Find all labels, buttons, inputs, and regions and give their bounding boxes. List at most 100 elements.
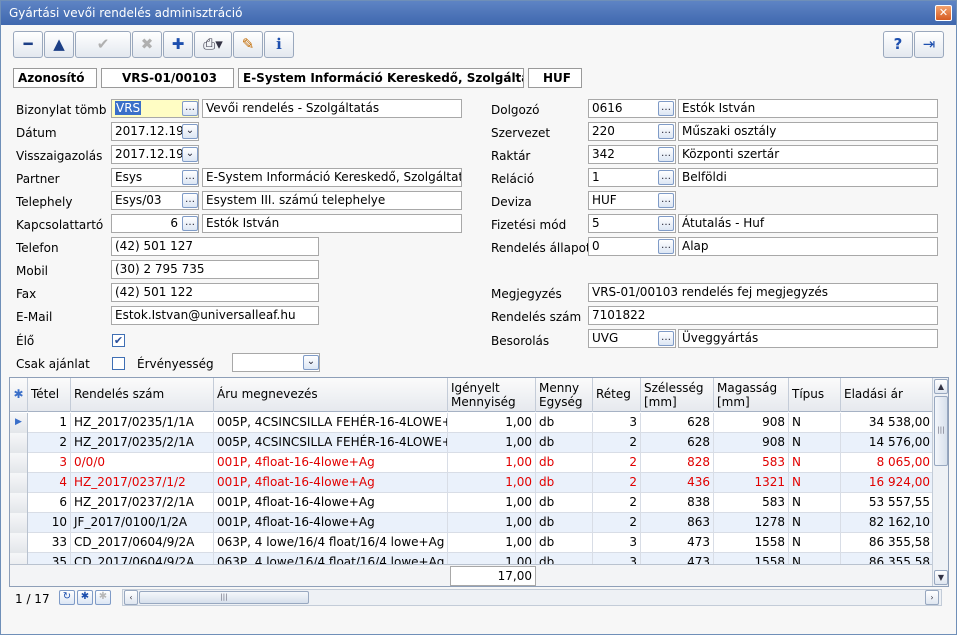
cell-egyseg[interactable]: db [536,433,593,453]
vertical-scroll-thumb[interactable]: ||| [934,396,948,466]
cell-szel[interactable]: 863 [641,513,714,533]
table-row[interactable]: 33 CD_2017/0604/9/2A 063P, 4 lowe/16/4 flo… [10,533,934,553]
cell-menny[interactable]: 1,00 [448,513,536,533]
cell-ar[interactable]: 34 538,00 [841,413,934,433]
cell-egyseg[interactable]: db [536,473,593,493]
cell-egyseg[interactable]: db [536,533,593,553]
cell-tetel[interactable]: 3 [28,453,71,473]
scroll-left-button[interactable]: ‹ [124,590,138,605]
edit-button[interactable]: ✎ [233,31,263,58]
cell-menny[interactable]: 1,00 [448,453,536,473]
confirm-button[interactable]: ✔ [75,31,131,58]
cell-ar[interactable]: 16 924,00 [841,473,934,493]
cell-tipus[interactable]: N [789,413,841,433]
col-header-szelesseg[interactable]: Szélesség [mm] [641,378,714,412]
cell-szel[interactable]: 628 [641,433,714,453]
cell-aru[interactable]: 001P, 4float-16-4lowe+Ag [214,493,448,513]
exit-button[interactable]: ⇥ [914,31,944,58]
col-header-egyseg[interactable]: Menny Egység [536,378,593,412]
cell-menny[interactable]: 1,00 [448,413,536,433]
help-button[interactable]: ? [883,31,913,58]
partner-lookup-button[interactable]: … [182,170,198,185]
szervezet-lookup-button[interactable]: … [658,124,674,139]
row-indicator[interactable] [10,533,28,553]
cell-tipus[interactable]: N [789,493,841,513]
cell-tipus[interactable]: N [789,513,841,533]
cell-egyseg[interactable]: db [536,493,593,513]
fizetesi-mod-lookup-button[interactable]: … [658,216,674,231]
email-field[interactable]: Estok.Istvan@universalleaf.hu [111,306,319,325]
scroll-down-button[interactable]: ▼ [934,570,948,585]
raktar-lookup-button[interactable]: … [658,147,674,162]
new-record-icon[interactable]: ✱ [77,590,93,605]
cell-reteg[interactable]: 2 [593,473,641,493]
cell-szam[interactable]: HZ_2017/0235/1/1A [71,413,214,433]
row-indicator[interactable] [10,433,28,453]
fax-field[interactable]: (42) 501 122 [111,283,319,302]
cell-ar[interactable]: 53 557,55 [841,493,934,513]
kapcsolattarto-lookup-button[interactable]: … [182,216,198,231]
cell-mag[interactable]: 583 [714,453,789,473]
cell-aru[interactable]: 005P, 4CSINCSILLA FEHÉR-16-4LOWE+AG [214,433,448,453]
table-row[interactable]: ▶ 1 HZ_2017/0235/1/1A 005P, 4CSINCSILLA FEH… [10,413,934,433]
up-button[interactable]: ▲ [44,31,74,58]
cell-mag[interactable]: 908 [714,413,789,433]
cell-mag[interactable]: 908 [714,433,789,453]
rendeles-szam-field[interactable]: 7101822 [588,306,938,325]
telephely-lookup-button[interactable]: … [182,193,198,208]
cell-tetel[interactable]: 4 [28,473,71,493]
col-header-aru[interactable]: Áru megnevezés [214,378,448,412]
grid-corner-icon[interactable]: ✱ [10,378,28,412]
ervenyesseg-dropdown-icon[interactable]: ⌄ [303,355,319,370]
cell-szel[interactable]: 473 [641,533,714,553]
cell-szam[interactable]: HZ_2017/0235/2/1A [71,433,214,453]
col-header-tipus[interactable]: Típus [789,378,841,412]
cell-szam[interactable]: 0/0/0 [71,453,214,473]
visszaigazolas-dropdown-icon[interactable]: ⌄ [182,147,198,162]
cell-egyseg[interactable]: db [536,513,593,533]
refresh-icon[interactable]: ↻ [59,590,75,605]
col-header-rendeles-szam[interactable]: Rendelés szám [71,378,214,412]
cell-aru[interactable]: 005P, 4CSINCSILLA FEHÉR-16-4LOWE+AG [214,413,448,433]
mobil-field[interactable]: (30) 2 795 735 [111,260,319,279]
cell-mag[interactable]: 583 [714,493,789,513]
megjegyzes-field[interactable]: VRS-01/00103 rendelés fej megjegyzés [588,283,938,302]
rendeles-allapot-lookup-button[interactable]: … [658,239,674,254]
cell-ar[interactable]: 82 162,10 [841,513,934,533]
cell-tipus[interactable]: N [789,533,841,553]
close-window-button[interactable]: ✕ [935,5,952,21]
cell-reteg[interactable]: 2 [593,433,641,453]
cell-ar[interactable]: 14 576,00 [841,433,934,453]
cell-tetel[interactable]: 1 [28,413,71,433]
row-indicator[interactable] [10,473,28,493]
col-header-eladasi-ar[interactable]: Eladási ár [841,378,934,412]
current-row-indicator[interactable]: ▶ [10,413,28,433]
add-button[interactable]: ✚ [163,31,193,58]
cell-mag[interactable]: 1558 [714,533,789,553]
cell-tipus[interactable]: N [789,453,841,473]
cell-menny[interactable]: 1,00 [448,473,536,493]
cell-aru[interactable]: 001P, 4float-16-4lowe+Ag [214,453,448,473]
cell-menny[interactable]: 1,00 [448,533,536,553]
cell-szel[interactable]: 838 [641,493,714,513]
cell-reteg[interactable]: 2 [593,453,641,473]
cell-tetel[interactable]: 2 [28,433,71,453]
row-indicator[interactable] [10,453,28,473]
cell-egyseg[interactable]: db [536,413,593,433]
table-row[interactable]: 10 JF_2017/0100/1/2A 001P, 4float-16-4lowe… [10,513,934,533]
delete-record-icon[interactable]: ✱ [95,590,111,605]
bizonylat-tomb-lookup-button[interactable]: … [182,101,198,116]
cell-mag[interactable]: 1321 [714,473,789,493]
cell-szel[interactable]: 436 [641,473,714,493]
elo-checkbox[interactable]: ✔ [112,334,125,347]
col-header-reteg[interactable]: Réteg [593,378,641,412]
table-row[interactable]: 3 0/0/0 001P, 4float-16-4lowe+Ag 1,00 db 2 828… [10,453,934,473]
grid-vertical-scrollbar[interactable]: ▲ ||| ▼ [932,378,948,586]
scroll-right-button[interactable]: › [925,590,939,605]
cell-aru[interactable]: 063P, 4 lowe/16/4 float/16/4 lowe+Ag [214,533,448,553]
cell-egyseg[interactable]: db [536,453,593,473]
cell-reteg[interactable]: 3 [593,533,641,553]
row-indicator[interactable] [10,493,28,513]
cell-reteg[interactable]: 3 [593,413,641,433]
col-header-tetel[interactable]: Tétel [28,378,71,412]
